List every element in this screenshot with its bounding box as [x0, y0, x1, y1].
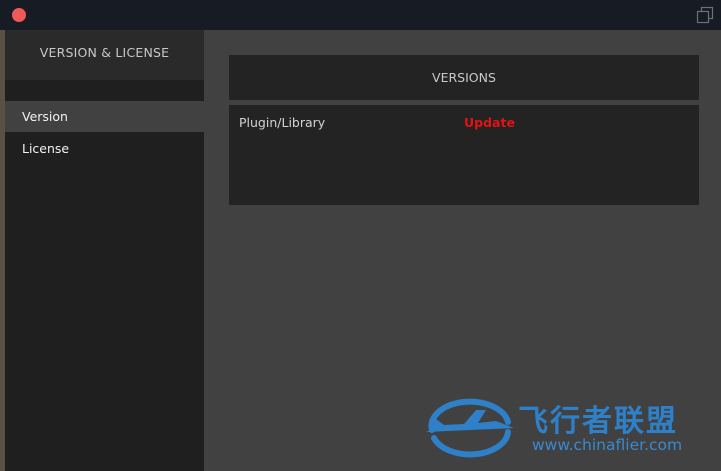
plugin-library-label: Plugin/Library: [239, 115, 326, 130]
title-bar: [0, 0, 721, 30]
sidebar-item-version[interactable]: Version: [5, 101, 204, 132]
sidebar-item-label: License: [22, 141, 70, 156]
watermark-url: www.chinaflier.com: [532, 436, 683, 454]
airplane-logo-icon: [426, 398, 514, 458]
sidebar-divider: [5, 74, 204, 80]
update-link[interactable]: Update: [464, 115, 515, 130]
sidebar-item-license[interactable]: License: [5, 133, 204, 164]
watermark-title: 飞行者联盟: [518, 404, 678, 439]
close-icon[interactable]: [12, 8, 26, 22]
sidebar-item-label: Version: [22, 109, 68, 124]
sidebar-title: VERSION & LICENSE: [5, 30, 204, 74]
versions-header: VERSIONS: [229, 55, 699, 100]
plugin-window: VERSION & LICENSE Version License VERSIO…: [0, 0, 721, 471]
popout-window-icon[interactable]: [696, 6, 714, 24]
watermark: 飞行者联盟 www.chinaflier.com: [420, 390, 721, 471]
versions-list: Plugin/Library Update: [229, 105, 699, 205]
sidebar: VERSION & LICENSE Version License: [5, 30, 204, 471]
